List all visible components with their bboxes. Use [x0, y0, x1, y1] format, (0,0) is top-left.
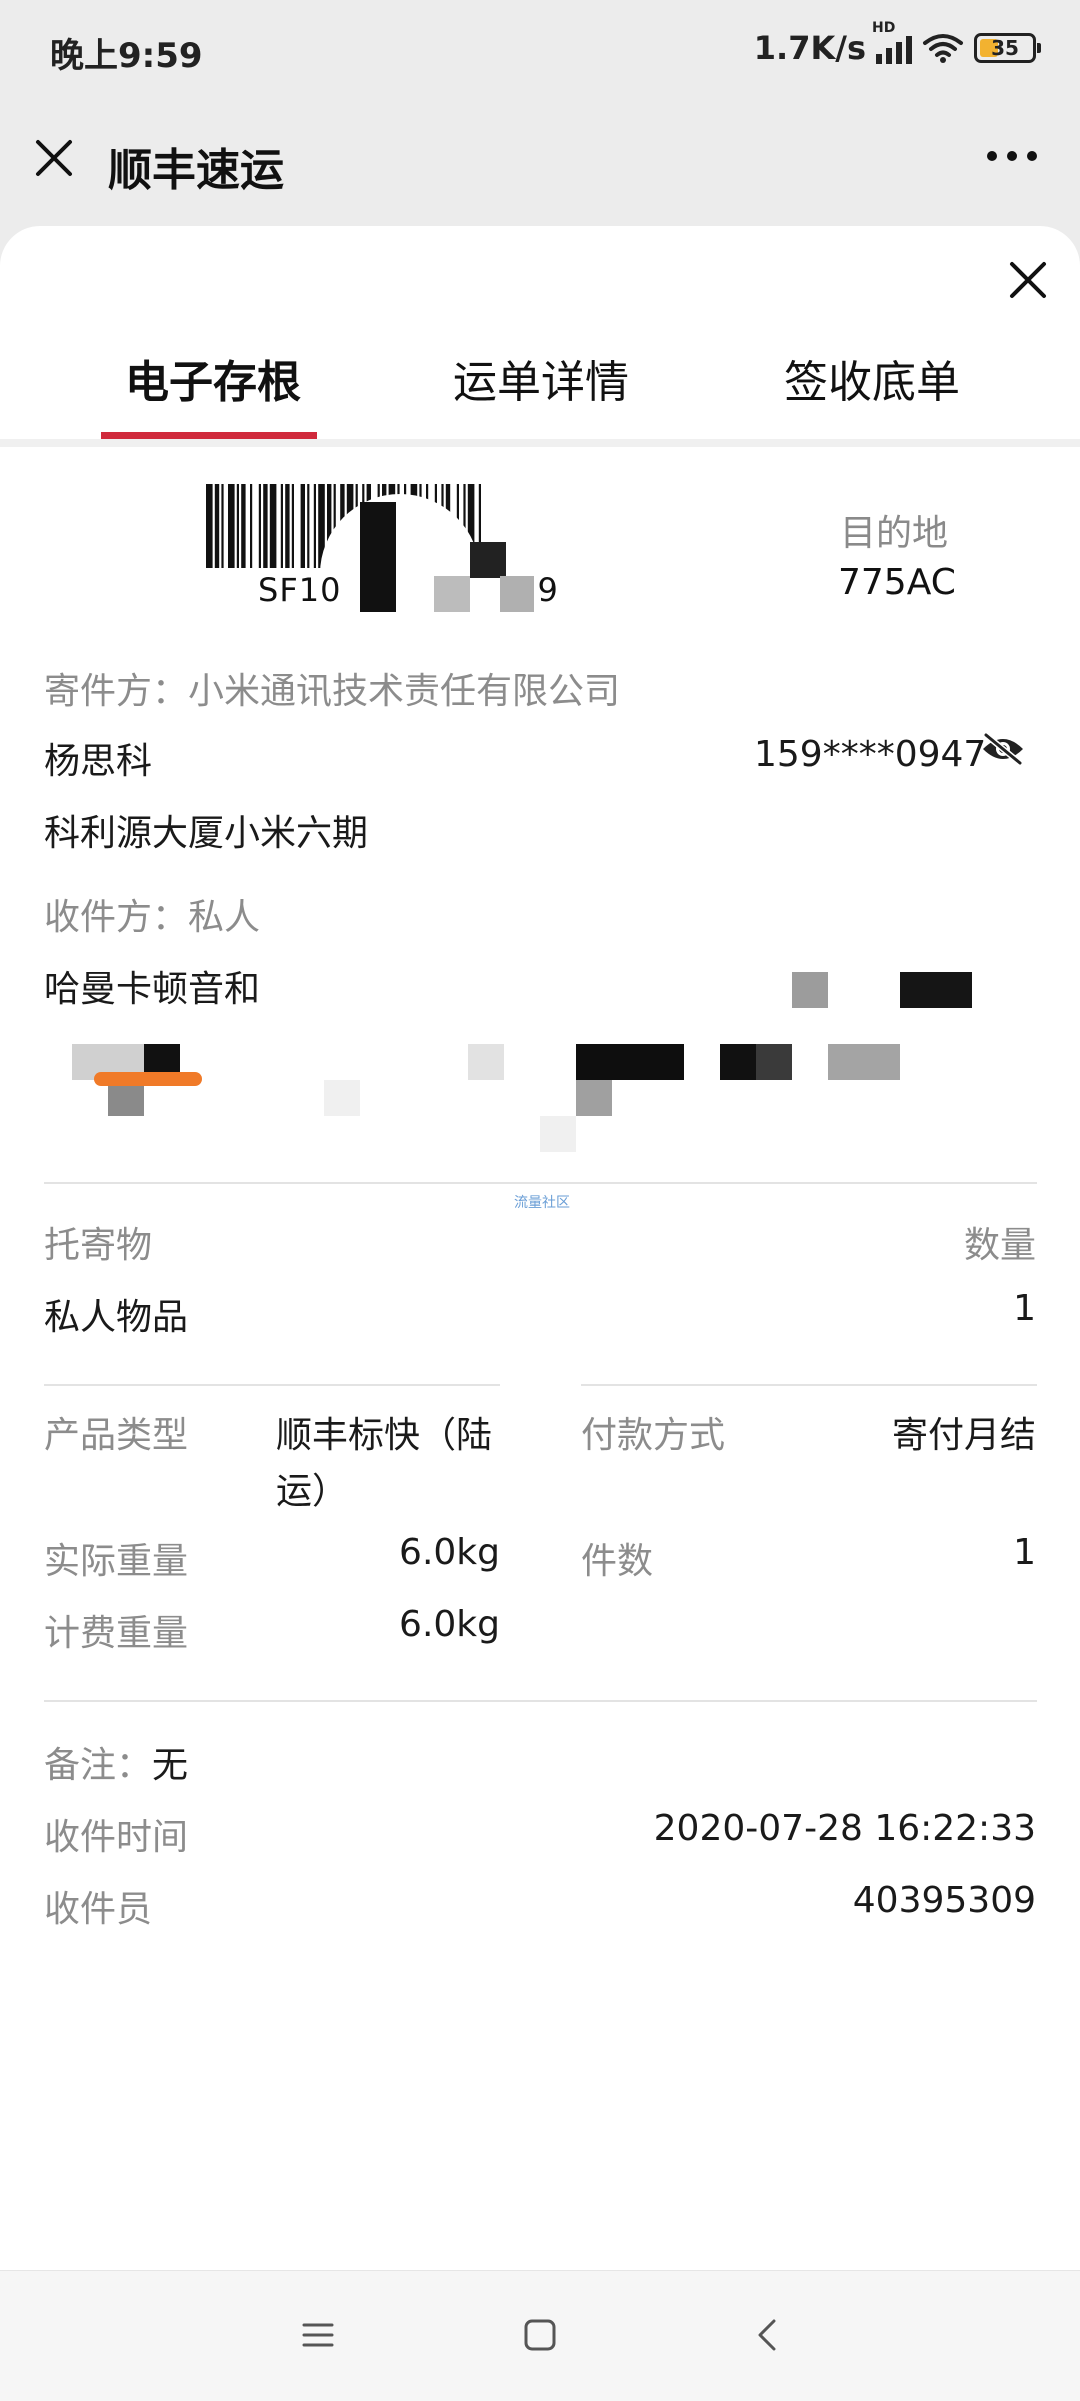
page-title: 顺丰速运	[108, 145, 284, 196]
battery-icon: 35	[974, 33, 1041, 63]
redaction-block	[540, 1116, 576, 1152]
divider	[44, 1700, 1037, 1702]
goods-label: 托寄物	[44, 1225, 153, 1266]
actual-weight-label: 实际重量	[44, 1541, 189, 1582]
title-bar: 顺丰速运	[0, 96, 1080, 226]
pickup-time-value: 2020-07-28 16:22:33	[653, 1808, 1036, 1849]
network-speed: 1.7K/s	[753, 29, 866, 67]
sender-phone: 159****0947	[754, 734, 987, 775]
redaction-block	[756, 1044, 792, 1080]
divider	[581, 1384, 1037, 1386]
redaction-block	[720, 1044, 756, 1080]
redaction-block	[900, 972, 972, 1008]
billing-weight-label: 计费重量	[44, 1613, 189, 1654]
status-bar: 晚上9:59 1.7K/s HD 35	[0, 0, 1080, 96]
barcode-bar	[228, 484, 235, 568]
sender-address: 科利源大厦小米六期	[44, 813, 369, 854]
active-tab-indicator	[101, 432, 317, 439]
redaction-block	[500, 576, 534, 612]
tab-signature-receipt[interactable]: 签收底单	[784, 346, 960, 410]
sender-name: 杨思科	[44, 741, 153, 782]
quantity-label: 数量	[963, 1225, 1036, 1266]
hide-phone-eye-icon[interactable]	[980, 732, 1026, 766]
barcode-bar	[307, 484, 310, 568]
home-icon[interactable]	[518, 2313, 562, 2357]
remark-row: 备注：无	[44, 1736, 188, 1788]
redaction-block	[360, 502, 396, 586]
redaction-block	[324, 1080, 360, 1116]
redaction-block	[576, 1044, 684, 1080]
battery-level: 35	[991, 36, 1019, 60]
sheet-close-icon[interactable]	[1004, 256, 1052, 304]
menu-icon[interactable]	[296, 2313, 340, 2357]
barcode-bar	[258, 484, 261, 568]
product-type-value-line1: 顺丰标快（陆	[276, 1415, 493, 1456]
remark-value: 无	[152, 1745, 189, 1786]
barcode-bar	[214, 484, 220, 568]
redaction-block	[576, 1080, 612, 1116]
product-type-value-line2: 运）	[276, 1471, 349, 1512]
receiver-address: 哈曼卡顿音和	[44, 969, 261, 1010]
waybill-sheet: 电子存根 运单详情 签收底单 SF10 9 目的地 775AC 寄件方：小米通讯技…	[0, 226, 1080, 2270]
courier-value: 40395309	[852, 1880, 1036, 1921]
wifi-icon	[923, 34, 963, 63]
barcode-bar	[269, 484, 277, 568]
billing-weight-value: 6.0kg	[399, 1604, 500, 1645]
tab-receipt-stub[interactable]: 电子存根	[125, 346, 301, 410]
redaction-block	[468, 1044, 504, 1080]
system-nav-bar	[0, 2270, 1080, 2401]
pieces-label: 件数	[581, 1541, 654, 1582]
receiver-label: 收件方：私人	[44, 897, 261, 938]
tab-bar: 电子存根 运单详情 签收底单	[0, 346, 1080, 430]
barcode-bar	[291, 484, 294, 568]
barcode-bar	[250, 484, 253, 568]
barcode-bar	[300, 484, 305, 568]
status-right: 1.7K/s HD 35	[753, 20, 1041, 70]
redaction-block	[360, 576, 396, 612]
barcode-bar	[206, 484, 213, 568]
tab-waybill-details[interactable]: 运单详情	[453, 346, 629, 410]
close-icon[interactable]	[32, 136, 76, 180]
status-time: 晚上9:59	[50, 36, 203, 76]
hd-label: HD	[872, 20, 896, 36]
barcode-bar	[221, 484, 224, 568]
redaction-block	[792, 972, 828, 1008]
barcode-bar	[285, 484, 290, 568]
divider	[44, 1182, 1037, 1184]
redaction-block	[470, 542, 506, 578]
pieces-value: 1	[1013, 1532, 1036, 1573]
signal-icon: HD	[872, 20, 912, 64]
goods-value: 私人物品	[44, 1297, 189, 1338]
sender-label: 寄件方：小米通讯技术责任有限公司	[44, 671, 621, 712]
pickup-time-label: 收件时间	[44, 1817, 189, 1858]
redaction-block	[828, 1044, 900, 1080]
redaction-stroke	[94, 1072, 202, 1086]
barcode-bar	[236, 484, 239, 568]
tab-divider	[0, 439, 1080, 447]
barcode-bar	[241, 484, 246, 568]
actual-weight-value: 6.0kg	[399, 1532, 500, 1573]
more-icon[interactable]	[984, 144, 1040, 168]
barcode-bar	[313, 484, 316, 568]
destination-label: 目的地	[840, 513, 949, 554]
product-type-label: 产品类型	[44, 1415, 189, 1456]
divider	[44, 1384, 500, 1386]
watermark: 流量社区	[514, 1195, 570, 1211]
payment-value: 寄付月结	[891, 1415, 1036, 1456]
destination-code: 775AC	[838, 562, 956, 603]
redaction-block	[434, 576, 470, 612]
barcode-bar	[280, 484, 283, 568]
payment-label: 付款方式	[581, 1415, 726, 1456]
remark-label: 备注：	[44, 1745, 153, 1786]
back-icon[interactable]	[746, 2313, 790, 2357]
courier-label: 收件员	[44, 1889, 153, 1930]
barcode-bar	[263, 484, 268, 568]
quantity-value: 1	[1013, 1288, 1036, 1329]
